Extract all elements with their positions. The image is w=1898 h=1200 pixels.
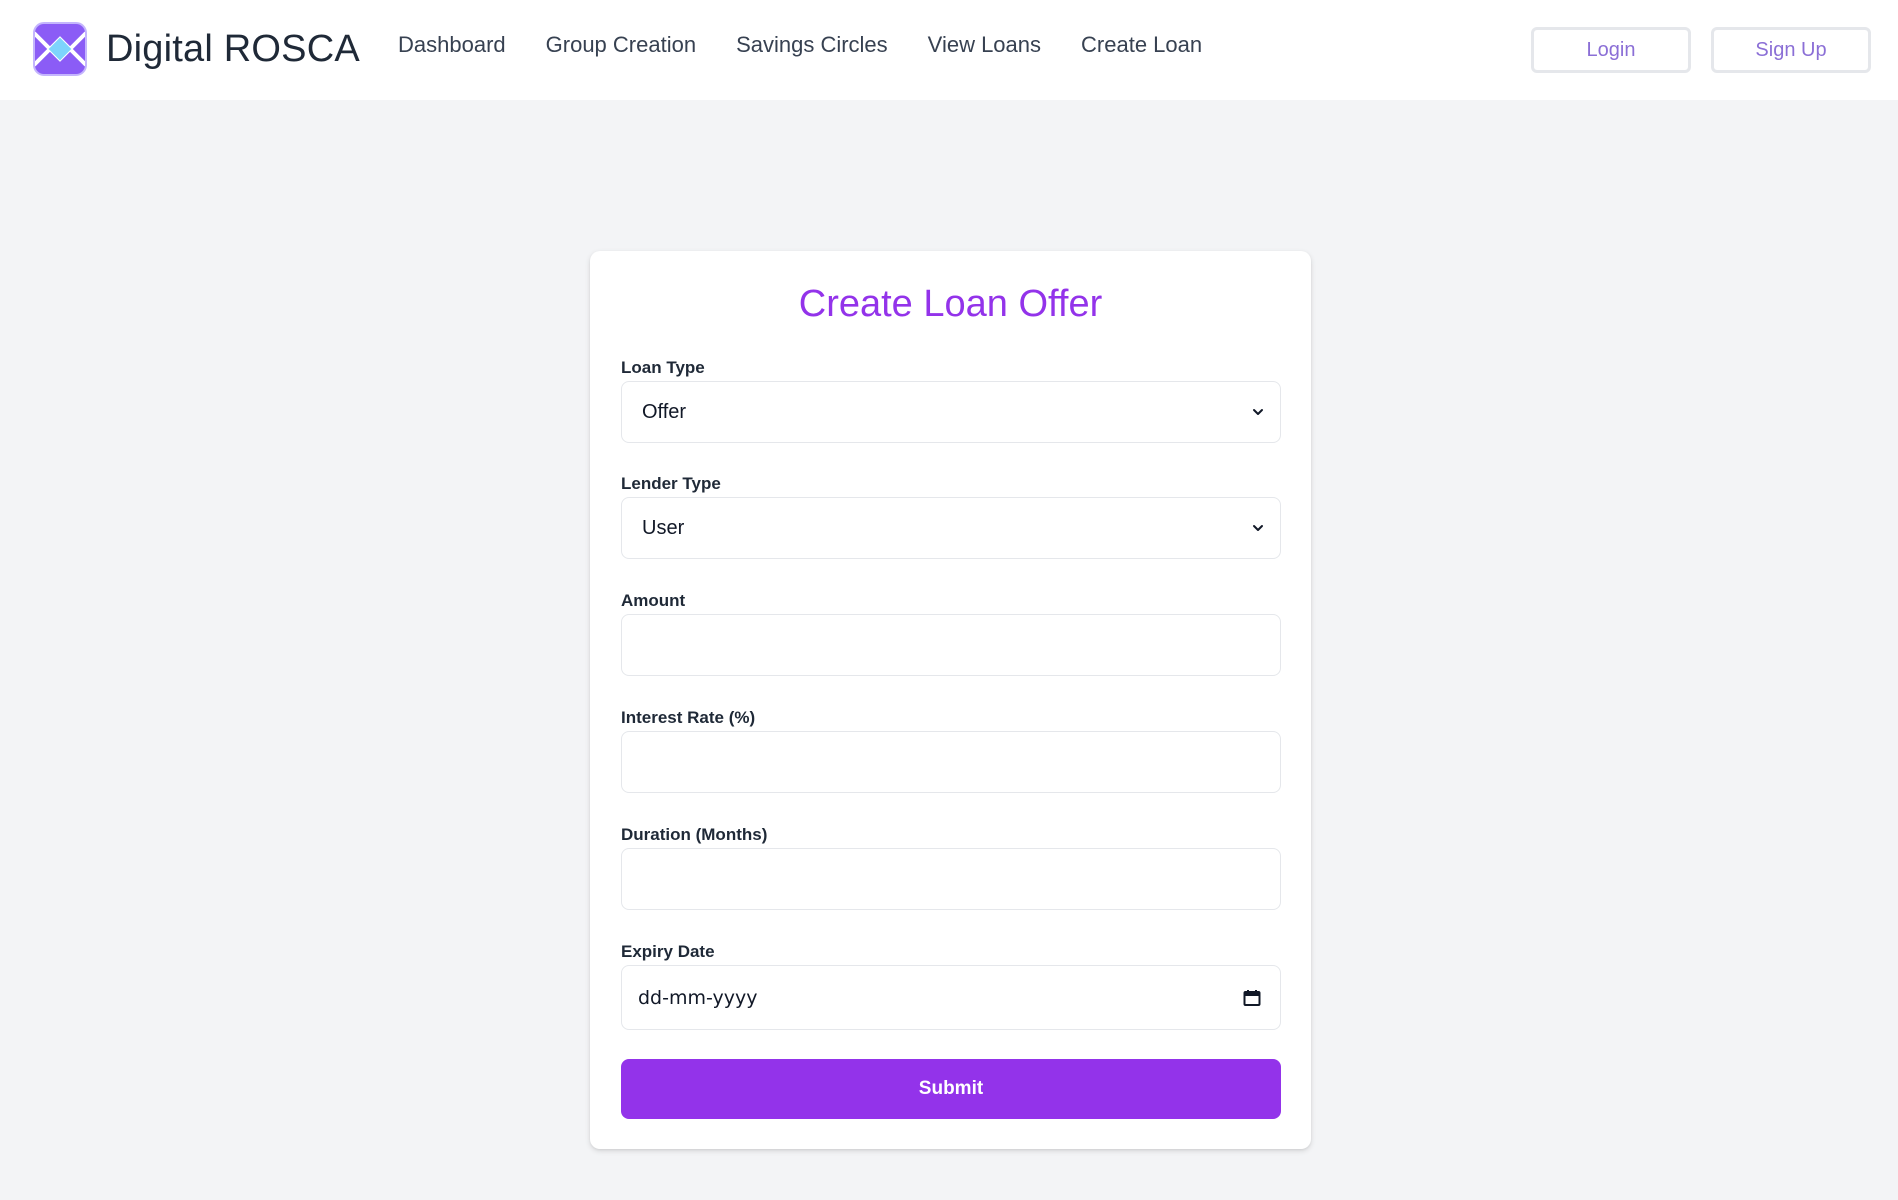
nav-item-create-loan[interactable]: Create Loan	[1081, 32, 1202, 58]
signup-button[interactable]: Sign Up	[1711, 27, 1871, 73]
chevron-down-icon	[1253, 525, 1263, 531]
main-nav: Dashboard Group Creation Savings Circles…	[398, 32, 1242, 58]
auth-buttons: Login Sign Up	[1531, 27, 1871, 73]
create-loan-form-card: Create Loan Offer Loan Type Offer Lender…	[590, 251, 1311, 1149]
lender-type-label: Lender Type	[621, 474, 721, 493]
top-navbar: Digital ROSCA Dashboard Group Creation S…	[0, 0, 1898, 100]
brand[interactable]: Digital ROSCA	[32, 21, 360, 77]
login-button[interactable]: Login	[1531, 27, 1691, 73]
amount-label: Amount	[621, 591, 686, 610]
lender-type-value: User	[642, 516, 685, 539]
nav-item-group-creation[interactable]: Group Creation	[546, 32, 696, 58]
duration-input[interactable]	[621, 848, 1281, 910]
loan-type-select[interactable]: Offer	[621, 381, 1281, 443]
loan-type-value: Offer	[642, 400, 687, 423]
chevron-down-icon	[1253, 409, 1263, 415]
lender-type-select[interactable]: User	[621, 497, 1281, 559]
expiry-date-placeholder: dd-mm-yyyy	[638, 986, 758, 1009]
expiry-date-input[interactable]: dd-mm-yyyy	[621, 965, 1281, 1030]
interest-rate-label: Interest Rate (%)	[621, 708, 756, 727]
rosca-logo-icon	[32, 22, 88, 76]
form-title: Create Loan Offer	[798, 283, 1103, 325]
nav-item-dashboard[interactable]: Dashboard	[398, 32, 506, 58]
duration-label: Duration (Months)	[621, 825, 768, 844]
amount-input[interactable]	[621, 614, 1281, 676]
expiry-date-label: Expiry Date	[621, 942, 715, 961]
loan-type-label: Loan Type	[621, 358, 705, 377]
nav-item-savings-circles[interactable]: Savings Circles	[736, 32, 888, 58]
submit-button[interactable]: Submit	[621, 1059, 1281, 1119]
interest-rate-input[interactable]	[621, 731, 1281, 793]
brand-name: Digital ROSCA	[106, 27, 360, 70]
calendar-icon[interactable]	[1242, 988, 1262, 1008]
nav-item-view-loans[interactable]: View Loans	[928, 32, 1041, 58]
